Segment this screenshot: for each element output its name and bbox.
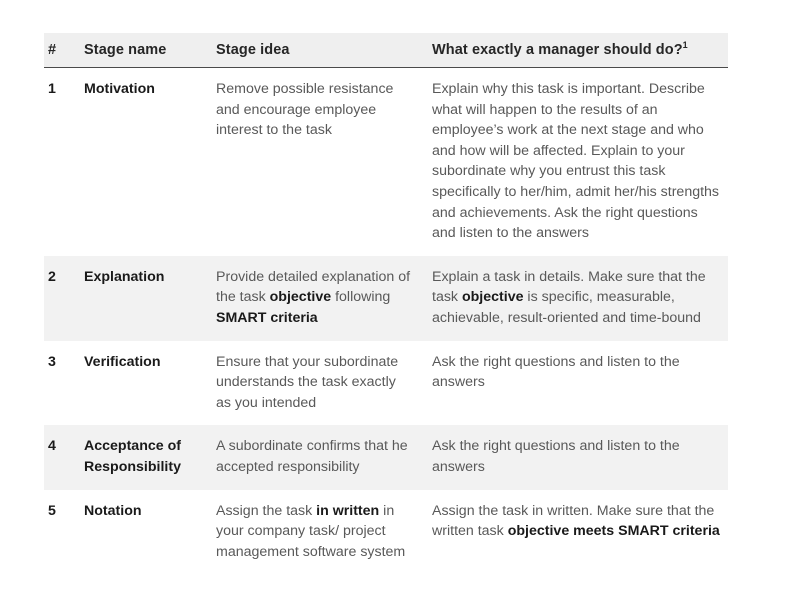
cell-stage-number: 4 — [48, 438, 56, 455]
delegation-stages-table: # Stage name Stage idea What exactly a m… — [44, 33, 728, 575]
table-row: 2 Explanation Provide detailed explanation… — [44, 255, 728, 341]
cell-stage-idea: Provide detailed explanation of the task… — [216, 268, 411, 326]
table-head: # Stage name Stage idea What exactly a m… — [44, 33, 728, 68]
cell-stage-idea: A subordinate confirms that he accepted … — [216, 438, 408, 475]
cell-manager-action: Ask the right questions and listen to th… — [432, 353, 680, 391]
cell-stage-name: Motivation — [84, 81, 155, 97]
cell-manager-action: Assign the task in written. Make sure th… — [432, 502, 720, 540]
table-row: 5 Notation Assign the task in written in y… — [44, 489, 728, 575]
column-header-manager-action: What exactly a manager should do?1 — [432, 33, 728, 68]
table-header-row: # Stage name Stage idea What exactly a m… — [44, 33, 728, 68]
cell-stage-name: Explanation — [84, 268, 165, 285]
column-header-stage-name: Stage name — [84, 33, 216, 68]
column-header-stage-idea: Stage idea — [216, 33, 432, 68]
column-header-number: # — [44, 33, 84, 68]
page-canvas: # Stage name Stage idea What exactly a m… — [0, 0, 806, 590]
cell-stage-number: 3 — [48, 353, 56, 370]
cell-stage-name: Notation — [84, 502, 142, 519]
cell-stage-number: 2 — [48, 268, 56, 285]
footnote-marker: 1 — [682, 40, 688, 51]
table-row: 4 Acceptance of Responsibility A subordina… — [44, 425, 728, 490]
table-row: 3 Verification Ensure that your subordinat… — [44, 340, 728, 426]
cell-stage-idea: Assign the task in written in your compa… — [216, 502, 406, 560]
cell-stage-number: 5 — [48, 502, 56, 519]
cell-stage-idea: Remove possible resistance and encourage… — [216, 81, 394, 139]
cell-manager-action: Explain why this task is important. Desc… — [432, 81, 720, 242]
cell-stage-idea: Ensure that your subordinate understands… — [216, 353, 399, 411]
cell-stage-name: Acceptance of Responsibility — [84, 438, 181, 475]
table-row: 1 Motivation Remove possible resistance an… — [44, 67, 728, 256]
cell-stage-number: 1 — [48, 81, 56, 97]
cell-manager-action: Explain a task in details. Make sure tha… — [432, 268, 706, 326]
cell-stage-name: Verification — [84, 353, 161, 370]
column-header-manager-action-label: What exactly a manager should do? — [432, 42, 683, 58]
cell-manager-action: Ask the right questions and listen to th… — [432, 438, 680, 475]
table-body: 1 Motivation Remove possible resistance an… — [44, 67, 728, 575]
